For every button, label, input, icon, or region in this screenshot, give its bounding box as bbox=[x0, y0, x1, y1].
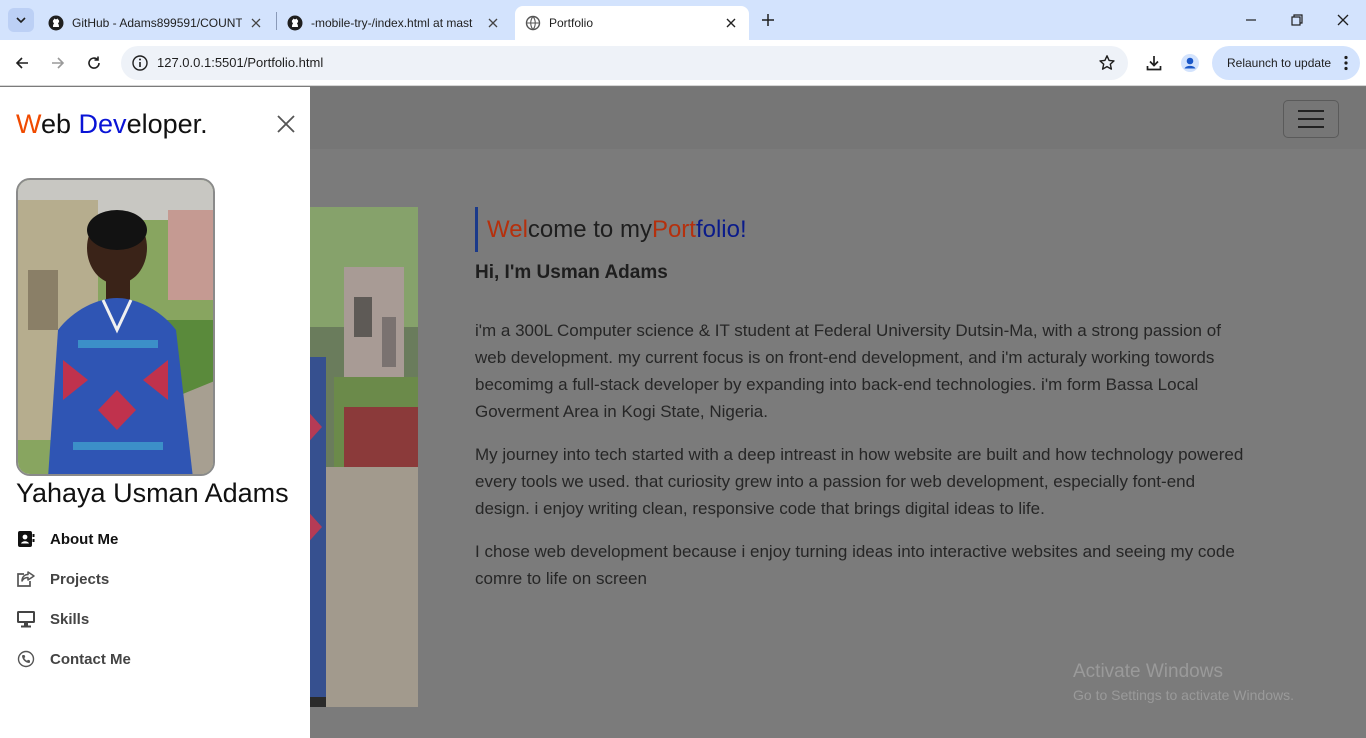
offcanvas-sidebar: Web Developer. Yahaya Usman Adams About … bbox=[0, 87, 310, 738]
sidebar-item-skills[interactable]: Skills bbox=[16, 609, 89, 629]
reload-button[interactable] bbox=[82, 51, 106, 75]
close-window-button[interactable] bbox=[1333, 10, 1353, 30]
sidebar-item-projects[interactable]: Projects bbox=[16, 569, 109, 589]
desktop-icon bbox=[16, 609, 36, 629]
close-icon bbox=[1337, 14, 1349, 26]
forward-button[interactable] bbox=[46, 51, 70, 75]
phone-icon bbox=[16, 649, 36, 669]
address-bar[interactable]: 127.0.0.1:5501/Portfolio.html bbox=[121, 46, 1128, 80]
brand-part: W bbox=[16, 109, 41, 139]
tab-mobile-try[interactable]: -mobile-try-/index.html at mast bbox=[277, 6, 511, 40]
tab-title: GitHub - Adams899591/COUNT bbox=[72, 16, 242, 30]
greeting: Hi, I'm Usman Adams bbox=[475, 262, 668, 283]
share-icon bbox=[16, 569, 36, 589]
browser-tab-bar: GitHub - Adams899591/COUNT -mobile-try-/… bbox=[0, 0, 1366, 40]
arrow-right-icon bbox=[52, 57, 65, 69]
sidebar-item-label: Projects bbox=[50, 570, 110, 588]
downloads-button[interactable] bbox=[1142, 51, 1166, 75]
sidebar-item-contact-me[interactable]: Contact Me bbox=[16, 649, 131, 669]
person-icon bbox=[1181, 54, 1199, 72]
tab-portfolio[interactable]: Portfolio bbox=[515, 6, 749, 40]
close-icon[interactable] bbox=[485, 15, 501, 31]
sidebar-close-button[interactable] bbox=[274, 112, 298, 136]
tab-github-count[interactable]: GitHub - Adams899591/COUNT bbox=[38, 6, 274, 40]
relaunch-label: Relaunch to update bbox=[1227, 56, 1332, 70]
back-button[interactable] bbox=[10, 51, 34, 75]
bookmark-star-icon[interactable] bbox=[1098, 54, 1116, 72]
welcome-heading: Wel come to my Port folio! bbox=[475, 207, 1245, 252]
url-text[interactable]: 127.0.0.1:5501/Portfolio.html bbox=[157, 55, 323, 70]
close-icon bbox=[277, 115, 295, 133]
hamburger-line bbox=[1298, 110, 1324, 112]
menu-toggle-button[interactable] bbox=[1283, 100, 1339, 138]
brand-title: Web Developer. bbox=[16, 109, 208, 140]
profile-photo bbox=[16, 178, 215, 476]
new-tab-button[interactable] bbox=[758, 10, 778, 30]
browser-toolbar: 127.0.0.1:5501/Portfolio.html Relaunch t… bbox=[0, 40, 1366, 86]
globe-icon bbox=[525, 15, 541, 31]
about-paragraph: My journey into tech started with a deep… bbox=[475, 445, 1244, 518]
tab-title: Portfolio bbox=[549, 16, 594, 30]
windows-activation-watermark: Activate Windows Go to Settings to activ… bbox=[1073, 661, 1294, 703]
heading-part: folio! bbox=[695, 215, 747, 243]
sidebar-item-label: About Me bbox=[50, 530, 119, 548]
brand-part: eb bbox=[41, 109, 79, 139]
heading-part: come to my bbox=[527, 215, 652, 243]
profile-name: Yahaya Usman Adams bbox=[16, 478, 289, 508]
restore-button[interactable] bbox=[1287, 10, 1307, 30]
about-paragraph: I chose web development because i enjoy … bbox=[475, 542, 1235, 588]
chevron-down-icon bbox=[16, 17, 26, 24]
relaunch-button[interactable]: Relaunch to update bbox=[1212, 46, 1360, 80]
reload-icon bbox=[88, 56, 100, 69]
about-photo bbox=[304, 207, 418, 707]
sidebar-item-about-me[interactable]: About Me bbox=[16, 529, 118, 549]
brand-part: Dev bbox=[78, 109, 127, 139]
hamburger-line bbox=[1298, 126, 1324, 128]
close-icon[interactable] bbox=[248, 15, 264, 31]
minimize-icon bbox=[1246, 19, 1256, 21]
github-icon bbox=[48, 15, 64, 31]
portrait-photo bbox=[304, 207, 418, 707]
restore-icon bbox=[1291, 14, 1303, 26]
tab-title: -mobile-try-/index.html at mast bbox=[311, 16, 473, 30]
hamburger-line bbox=[1298, 118, 1324, 120]
more-vert-icon[interactable] bbox=[1344, 55, 1348, 71]
watermark-subtitle: Go to Settings to activate Windows. bbox=[1073, 687, 1294, 703]
about-section: Wel come to my Port folio! Hi, I'm Usman A… bbox=[475, 207, 1245, 592]
heading-part: Wel bbox=[487, 215, 528, 243]
brand-part: eloper. bbox=[126, 109, 208, 139]
sidebar-item-label: Contact Me bbox=[50, 650, 131, 668]
tab-search-button[interactable] bbox=[8, 8, 34, 32]
sidebar-item-label: Skills bbox=[50, 610, 90, 628]
arrow-left-icon bbox=[15, 57, 28, 69]
download-icon bbox=[1146, 56, 1162, 71]
github-icon bbox=[287, 15, 303, 31]
plus-icon bbox=[762, 14, 774, 26]
info-icon[interactable] bbox=[131, 54, 149, 72]
heading-part: Port bbox=[651, 215, 696, 243]
about-paragraph: i'm a 300L Computer science & IT student… bbox=[475, 321, 1221, 421]
close-icon[interactable] bbox=[723, 15, 739, 31]
minimize-button[interactable] bbox=[1241, 10, 1261, 30]
watermark-title: Activate Windows bbox=[1073, 661, 1223, 682]
contact-card-icon bbox=[16, 529, 36, 549]
profile-button[interactable] bbox=[1178, 51, 1202, 75]
profile-portrait bbox=[18, 180, 213, 474]
